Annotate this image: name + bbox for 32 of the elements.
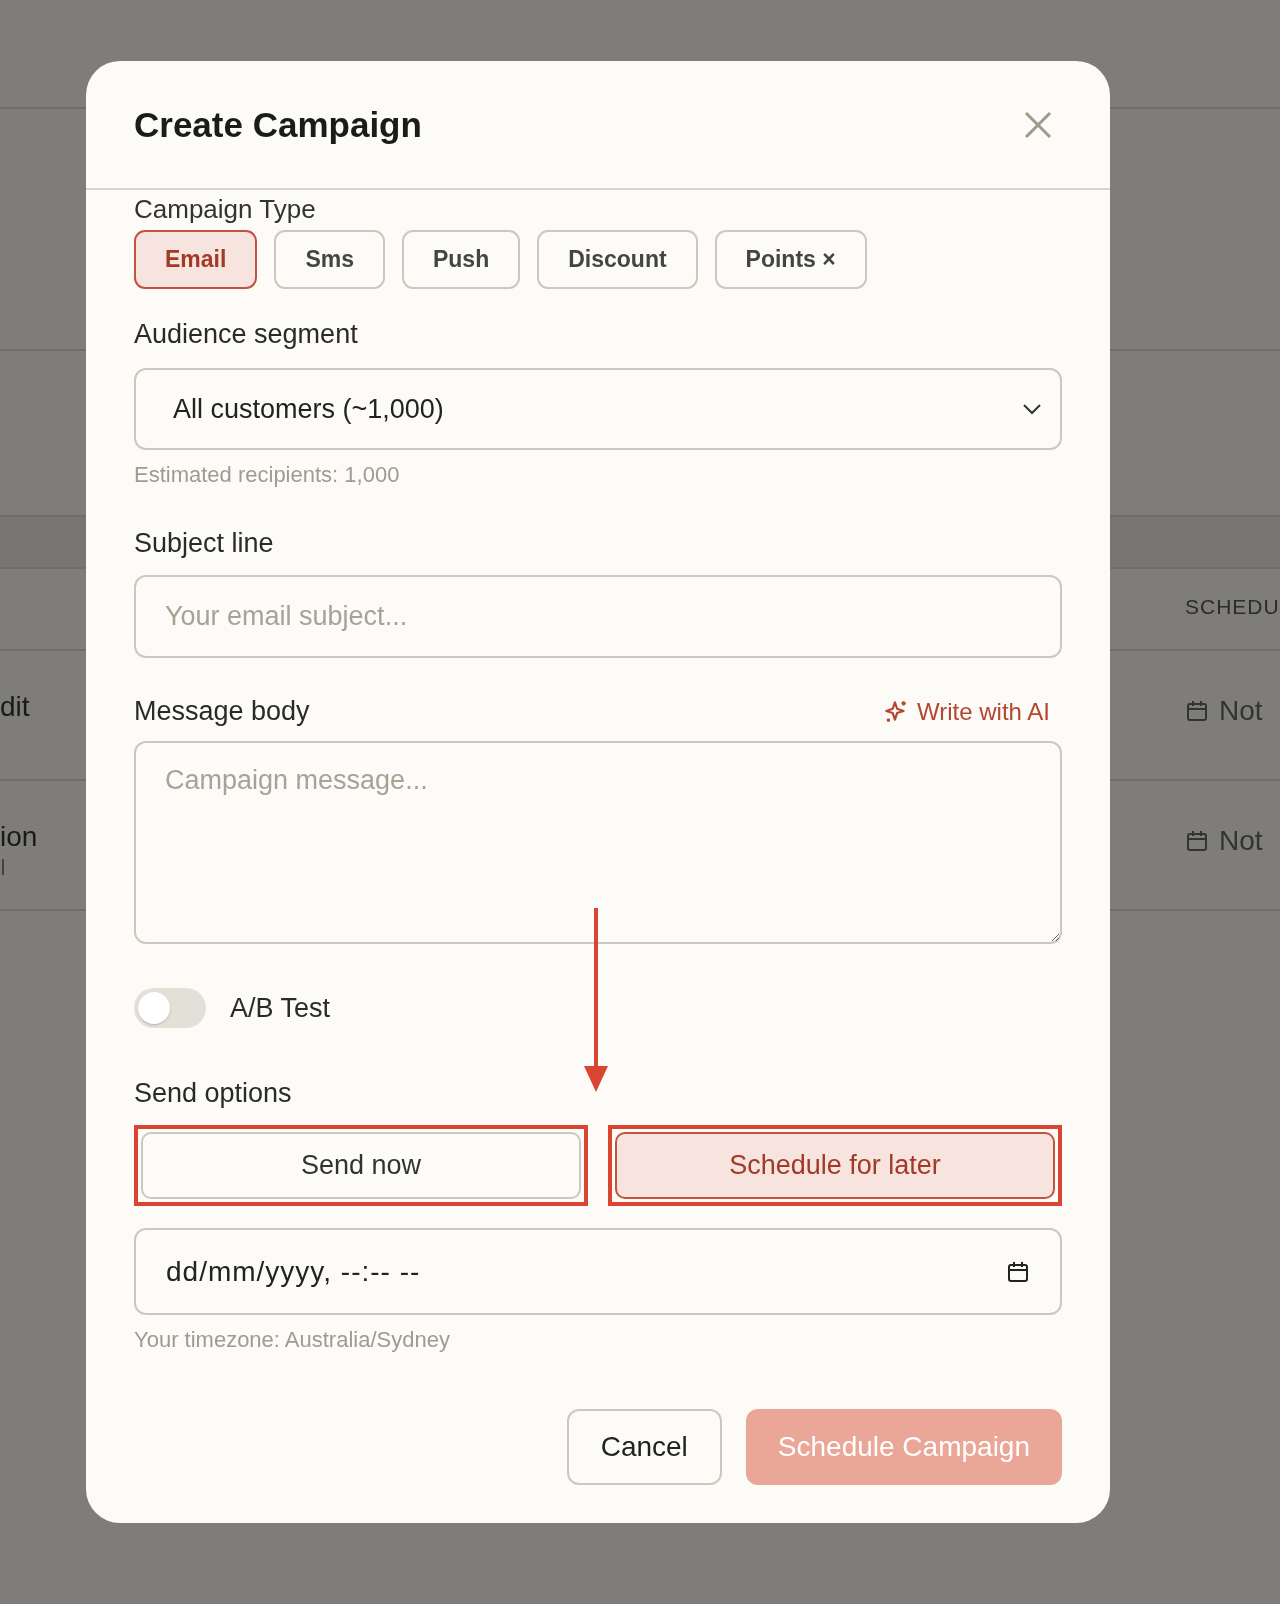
field-label: Campaign Type <box>134 194 317 224</box>
calendar-icon <box>1185 699 1209 723</box>
schedule-cell: Not <box>1219 825 1263 857</box>
type-chip[interactable]: Push <box>401 230 521 289</box>
hint-text: Estimated recipients: 1,000 <box>134 462 401 488</box>
dialog-title: Create Campaign <box>134 104 422 145</box>
field-label: Send options <box>134 1078 293 1109</box>
row-title: dit <box>0 691 30 723</box>
toggle-label: A/B Test <box>230 992 331 1024</box>
column-header: SCHEDU <box>1185 595 1280 619</box>
row-title: ion <box>0 821 38 853</box>
type-chip[interactable]: Discount <box>537 230 698 289</box>
field-label: Message body <box>134 696 310 727</box>
schedule-cell: Not <box>1219 695 1263 727</box>
send-option[interactable]: Schedule for later <box>615 1132 1055 1199</box>
ab-test-toggle[interactable] <box>134 988 206 1028</box>
write-with-ai-link[interactable]: Write with AI <box>883 697 1050 726</box>
cancel-button[interactable]: Cancel <box>566 1409 722 1485</box>
subject-field[interactable]: Your email subject... <box>134 575 1062 658</box>
type-chip[interactable]: Points × <box>714 230 867 289</box>
field-label: Subject line <box>134 528 275 559</box>
calendar-icon <box>1006 1259 1030 1284</box>
send-option[interactable]: Send now <box>141 1132 581 1199</box>
hint-text: Your timezone: Australia/Sydney <box>134 1327 451 1353</box>
type-chip[interactable]: Sms <box>274 230 385 289</box>
message-field[interactable]: Campaign message... <box>134 741 1062 944</box>
field-label: Audience segment <box>134 319 359 350</box>
audience-select[interactable]: All customers (~1,000) <box>134 368 1062 450</box>
calendar-icon <box>1185 829 1209 853</box>
type-chip[interactable]: Email <box>134 230 258 289</box>
date-time-field[interactable]: dd/mm/yyyy, --:-- -- <box>134 1228 1062 1315</box>
chevron-down-icon <box>1022 403 1042 415</box>
